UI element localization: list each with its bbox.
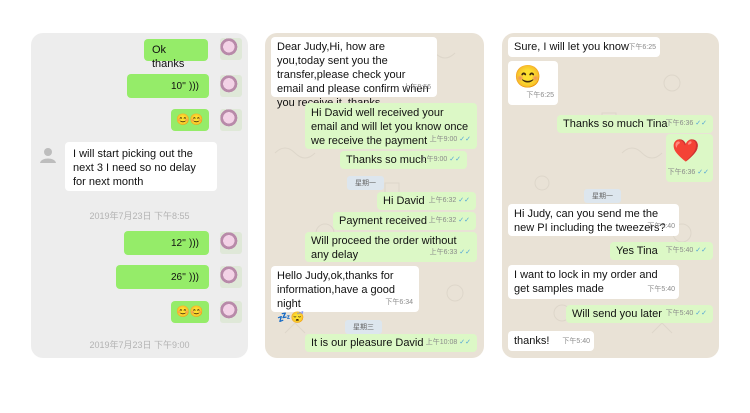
avatar[interactable] — [220, 75, 242, 97]
message-text: Will send you later — [572, 308, 662, 320]
voice-wave-icon: ))) — [189, 238, 199, 249]
voice-wave-icon: ))) — [189, 81, 199, 92]
read-receipt-icon: ✓✓ — [697, 169, 709, 176]
message-time: 上午6:32 — [428, 197, 457, 204]
read-receipt-icon: ✓✓ — [458, 217, 470, 224]
emoji-message-bubble[interactable]: 😊 下午6:25 — [508, 61, 558, 105]
message-bubble-outgoing[interactable]: Hi David well received your email and wi… — [305, 103, 477, 149]
message-time: 上午6:32 — [428, 217, 457, 224]
message-text: It is our pleasure David — [311, 337, 424, 349]
message-bubble-incoming[interactable]: Sure, I will let you know 下午6:25 — [508, 37, 660, 57]
message-text: Ok thanks — [152, 44, 185, 70]
message-text: Sure, I will let you know — [514, 41, 629, 53]
message-bubble-outgoing[interactable]: Yes Tina 下午5:40 ✓✓ — [610, 242, 713, 260]
message-time: 下午6:34 — [385, 299, 413, 306]
avatar[interactable] — [220, 232, 242, 254]
message-bubble-outgoing[interactable]: Payment received 上午6:32 ✓✓ — [333, 212, 476, 230]
emoji-message-bubble[interactable]: ❤️ 下午6:36 ✓✓ — [666, 134, 713, 182]
wechat-chat-panel: Ok thanks 10'' ))) 😊😊 I will start picki… — [31, 33, 248, 358]
emoji-text: 😊😊 — [176, 306, 204, 318]
contact-avatar-icon[interactable] — [39, 146, 57, 164]
message-time: 上午9:00 — [429, 136, 458, 143]
message-time: 下午5:40 — [665, 310, 694, 317]
read-receipt-icon: ✓✓ — [695, 120, 707, 127]
timestamp: 2019年7月23日 下午9:00 — [89, 340, 190, 350]
message-bubble-outgoing[interactable]: It is our pleasure David 上午10:08 ✓✓ — [305, 334, 477, 352]
emoji-message-bubble[interactable]: 😊😊 — [171, 109, 209, 131]
date-divider: 星期一 — [584, 189, 621, 203]
message-text: Hi Judy, can you send me the new PI incl… — [514, 208, 666, 234]
voice-wave-icon: ))) — [189, 272, 199, 283]
message-text: Thanks so much Tina — [563, 118, 668, 130]
smiley-emoji: 😊 — [514, 64, 542, 89]
voice-message-bubble[interactable]: 26'' ))) — [116, 265, 209, 289]
message-bubble-incoming[interactable]: Hello Judy,ok,thanks for information,hav… — [271, 266, 419, 324]
message-bubble-outgoing[interactable]: Ok thanks — [144, 39, 208, 70]
whatsapp-chat-panel: Dear Judy,Hi, how are you,today sent you… — [265, 33, 484, 358]
voice-duration: 26'' — [170, 272, 186, 283]
message-bubble-incoming[interactable]: I want to lock in my order and get sampl… — [508, 265, 679, 299]
message-time: 下午6:36 — [665, 120, 694, 127]
message-time: 下午5:40 — [562, 338, 590, 345]
message-bubble-incoming[interactable]: Hi Judy, can you send me the new PI incl… — [508, 204, 679, 236]
timestamp: 2019年7月23日 下午8:55 — [89, 211, 190, 221]
message-bubble-outgoing[interactable]: Will proceed the order without any delay… — [305, 232, 477, 262]
message-bubble-outgoing[interactable]: Thanks so much Tina 下午6:36 ✓✓ — [557, 115, 713, 133]
message-bubble-outgoing[interactable]: Hi David 上午6:32 ✓✓ — [377, 192, 476, 210]
read-receipt-icon: ✓✓ — [459, 339, 471, 346]
date-divider: 星期三 — [345, 320, 382, 334]
message-bubble-incoming[interactable]: I will start picking out the next 3 I ne… — [65, 142, 217, 191]
message-text: I want to lock in my order and get sampl… — [514, 269, 658, 295]
read-receipt-icon: ✓✓ — [459, 136, 471, 143]
message-time: 上午6:33 — [429, 249, 458, 256]
message-text: Hi David — [383, 195, 425, 207]
message-text: Hello Judy,ok,thanks for information,hav… — [277, 270, 396, 310]
voice-message-bubble[interactable]: 12'' ))) — [124, 231, 209, 255]
message-text: I will start picking out the next 3 I ne… — [73, 148, 196, 188]
message-bubble-incoming[interactable]: Dear Judy,Hi, how are you,today sent you… — [271, 37, 437, 109]
message-text: thanks! — [514, 335, 550, 347]
read-receipt-icon: ✓✓ — [695, 247, 707, 254]
heart-emoji: ❤️ — [672, 138, 700, 163]
message-time: 下午5:40 — [647, 286, 675, 293]
date-divider: 星期一 — [347, 176, 384, 190]
avatar[interactable] — [220, 109, 242, 131]
sleep-emoji: 💤😴 — [277, 312, 305, 324]
message-bubble-outgoing[interactable]: Will send you later 下午5:40 ✓✓ — [566, 305, 713, 323]
message-time: 下午5:40 — [665, 247, 694, 254]
whatsapp-chat-panel: Sure, I will let you know 下午6:25 😊 下午6:2… — [502, 33, 719, 358]
message-time: 上午8:56 — [403, 84, 431, 91]
read-receipt-icon: ✓✓ — [458, 197, 470, 204]
voice-duration: 10'' — [170, 81, 186, 92]
emoji-text: 😊😊 — [176, 114, 204, 126]
message-text: Thanks so much — [346, 154, 427, 166]
read-receipt-icon: ✓✓ — [459, 249, 471, 256]
message-bubble-incoming[interactable]: thanks! 下午5:40 — [508, 331, 594, 351]
message-time: 下午6:25 — [628, 44, 656, 51]
emoji-message-bubble[interactable]: 😊😊 — [171, 301, 209, 323]
avatar[interactable] — [220, 266, 242, 288]
message-time: 下午6:25 — [526, 92, 554, 99]
message-time: 上午10:08 — [425, 339, 458, 346]
read-receipt-icon: ✓✓ — [695, 310, 707, 317]
message-time: 下午5:40 — [647, 223, 675, 230]
message-bubble-outgoing[interactable]: Thanks so much 上午9:00 ✓✓ — [340, 151, 467, 169]
voice-duration: 12'' — [170, 238, 186, 249]
message-time: 上午9:00 — [419, 156, 448, 163]
read-receipt-icon: ✓✓ — [449, 156, 461, 163]
voice-message-bubble[interactable]: 10'' ))) — [127, 74, 209, 98]
avatar[interactable] — [220, 38, 242, 60]
message-text: Payment received — [339, 215, 428, 227]
avatar[interactable] — [220, 301, 242, 323]
message-text: Yes Tina — [616, 245, 658, 257]
message-time: 下午6:36 — [667, 169, 696, 176]
